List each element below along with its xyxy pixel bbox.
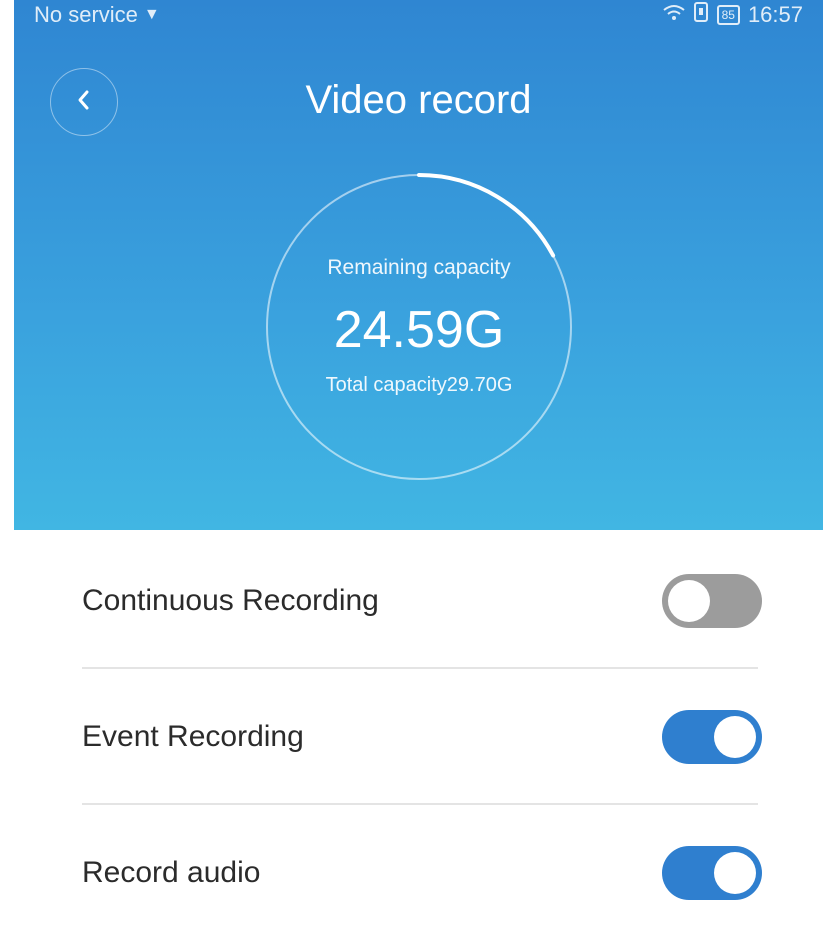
battery-icon: 85 bbox=[716, 5, 740, 25]
header-panel: No service ▼ 85 16:57 Video record Remai… bbox=[14, 0, 823, 530]
remaining-capacity-label: Remaining capacity bbox=[327, 256, 511, 279]
setting-row-continuous-recording: Continuous Recording bbox=[82, 534, 762, 668]
wifi-icon bbox=[662, 2, 685, 28]
vibrate-icon bbox=[693, 2, 709, 28]
record-audio-toggle[interactable] bbox=[662, 846, 762, 900]
continuous-recording-toggle[interactable] bbox=[662, 574, 762, 628]
total-capacity-label: Total capacity29.70G bbox=[325, 374, 513, 396]
divider bbox=[82, 667, 758, 669]
setting-label: Continuous Recording bbox=[82, 584, 379, 617]
sim-icon: ▼ bbox=[143, 6, 160, 23]
setting-label: Record audio bbox=[82, 856, 261, 889]
event-recording-toggle[interactable] bbox=[662, 710, 762, 764]
setting-row-event-recording: Event Recording bbox=[82, 670, 762, 804]
gauge-used-arc bbox=[417, 173, 556, 258]
remaining-capacity-value: 24.59G bbox=[333, 301, 505, 359]
setting-label: Event Recording bbox=[82, 720, 304, 753]
toggle-knob bbox=[668, 580, 710, 622]
clock-text: 16:57 bbox=[747, 2, 803, 27]
divider bbox=[82, 803, 758, 805]
toggle-knob bbox=[714, 716, 756, 758]
carrier-text: No service bbox=[34, 2, 138, 27]
setting-row-record-audio: Record audio bbox=[82, 806, 762, 940]
page-title: Video record bbox=[305, 78, 532, 122]
status-bar: No service ▼ 85 16:57 bbox=[14, 0, 823, 34]
toggle-knob bbox=[714, 852, 756, 894]
capacity-gauge: Remaining capacity 24.59G Total capacity… bbox=[264, 172, 574, 482]
